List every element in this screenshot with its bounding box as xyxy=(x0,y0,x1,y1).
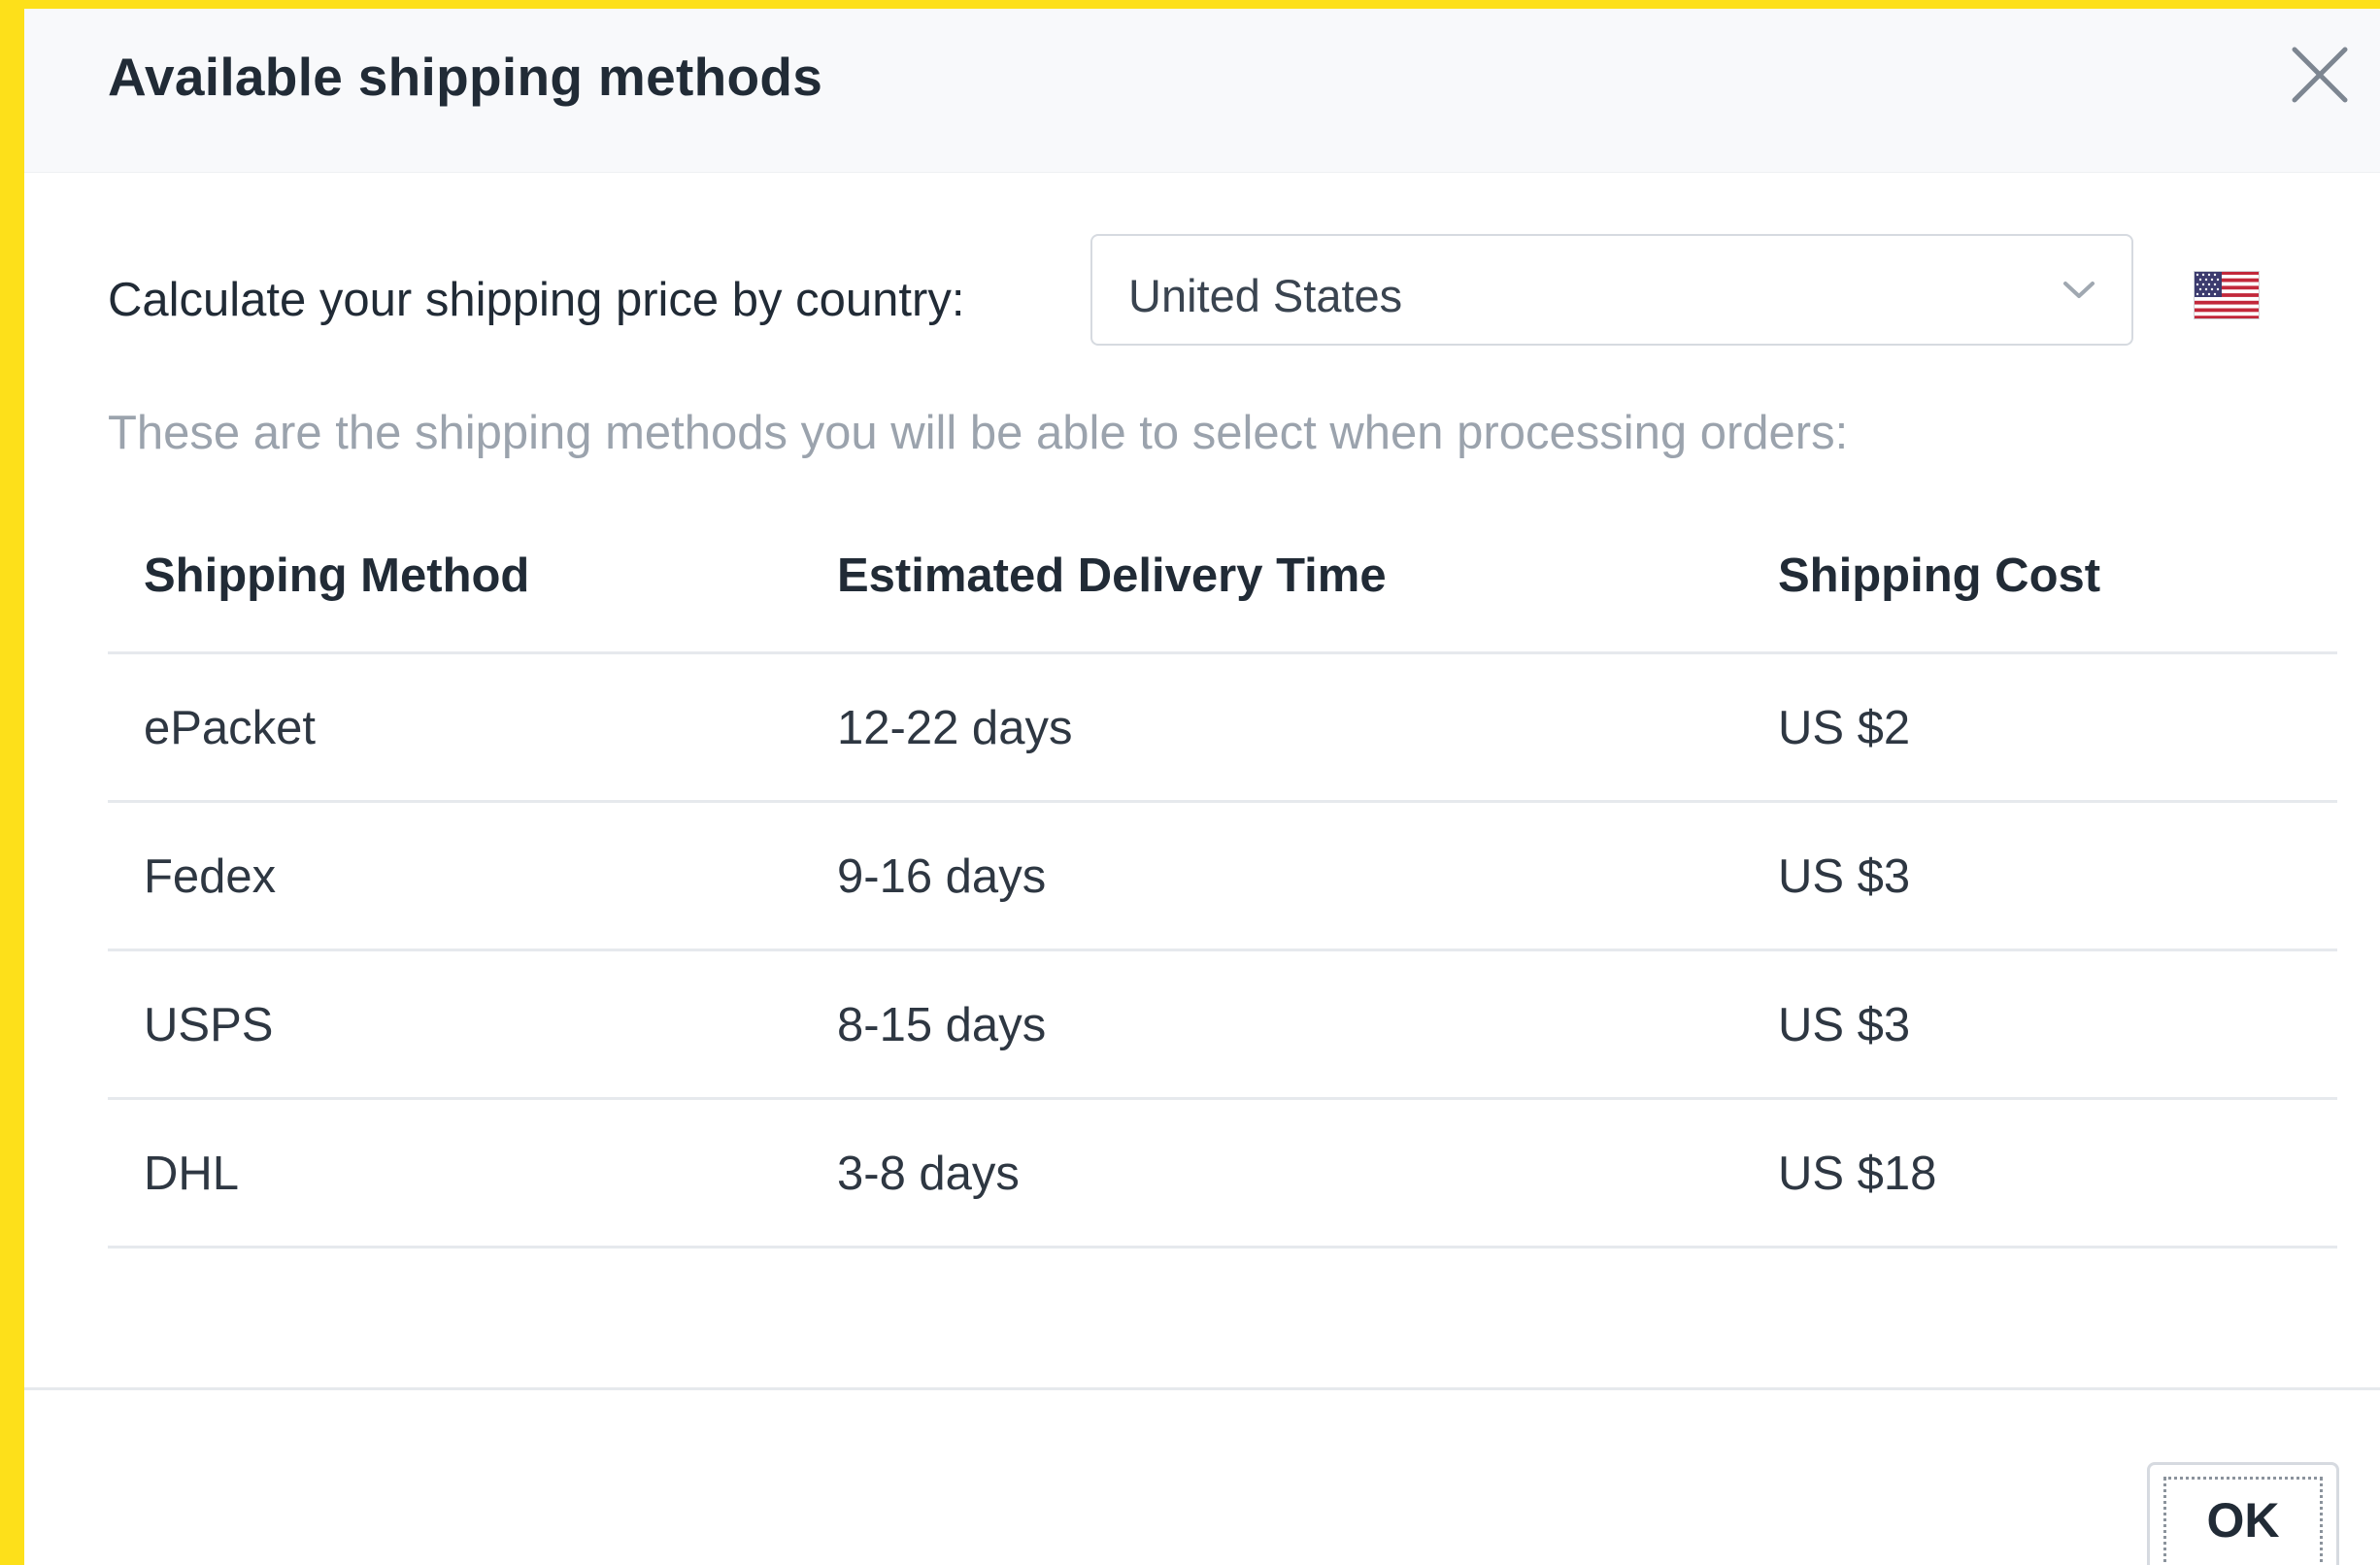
country-select[interactable]: United States xyxy=(1090,234,2133,346)
cell-shipping-cost: US $18 xyxy=(1778,1148,1937,1200)
cell-shipping-method: ePacket xyxy=(144,702,317,754)
cell-delivery-time: 12-22 days xyxy=(837,702,1073,754)
table-row: DHL 3-8 days US $18 xyxy=(108,1100,2337,1249)
cell-delivery-time: 3-8 days xyxy=(837,1148,1020,1200)
header-shipping-method: Shipping Method xyxy=(144,549,530,602)
ok-button-label: OK xyxy=(2206,1493,2280,1548)
dialog-header: Available shipping methods xyxy=(24,9,2380,173)
chevron-down-icon xyxy=(2063,282,2095,298)
shipping-info-text: These are the shipping methods you will … xyxy=(108,407,1849,459)
shipping-methods-dialog: Available shipping methods Calculate you… xyxy=(24,9,2380,1565)
cell-shipping-cost: US $3 xyxy=(1778,999,1911,1051)
ok-button[interactable]: OK xyxy=(2147,1462,2339,1565)
table-row: ePacket 12-22 days US $2 xyxy=(108,654,2337,803)
us-flag-icon xyxy=(2194,271,2260,319)
table-row: USPS 8-15 days US $3 xyxy=(108,951,2337,1100)
cell-delivery-time: 8-15 days xyxy=(837,999,1047,1051)
close-button[interactable] xyxy=(2287,42,2353,108)
dialog-title: Available shipping methods xyxy=(108,47,823,107)
cell-delivery-time: 9-16 days xyxy=(837,850,1047,903)
cell-shipping-method: Fedex xyxy=(144,850,277,903)
cell-shipping-method: USPS xyxy=(144,999,274,1051)
header-shipping-cost: Shipping Cost xyxy=(1778,549,2101,602)
close-icon xyxy=(2292,47,2348,103)
header-estimated-delivery-time: Estimated Delivery Time xyxy=(837,549,1387,602)
cell-shipping-method: DHL xyxy=(144,1148,240,1200)
country-select-value: United States xyxy=(1128,270,1403,321)
dialog-footer: OK xyxy=(24,1387,2380,1565)
shipping-methods-table: Shipping Method Estimated Delivery Time … xyxy=(108,514,2337,1249)
table-header-row: Shipping Method Estimated Delivery Time … xyxy=(108,514,2337,654)
cell-shipping-cost: US $2 xyxy=(1778,702,1911,754)
cell-shipping-cost: US $3 xyxy=(1778,850,1911,903)
table-row: Fedex 9-16 days US $3 xyxy=(108,803,2337,951)
country-label: Calculate your shipping price by country… xyxy=(108,274,965,326)
